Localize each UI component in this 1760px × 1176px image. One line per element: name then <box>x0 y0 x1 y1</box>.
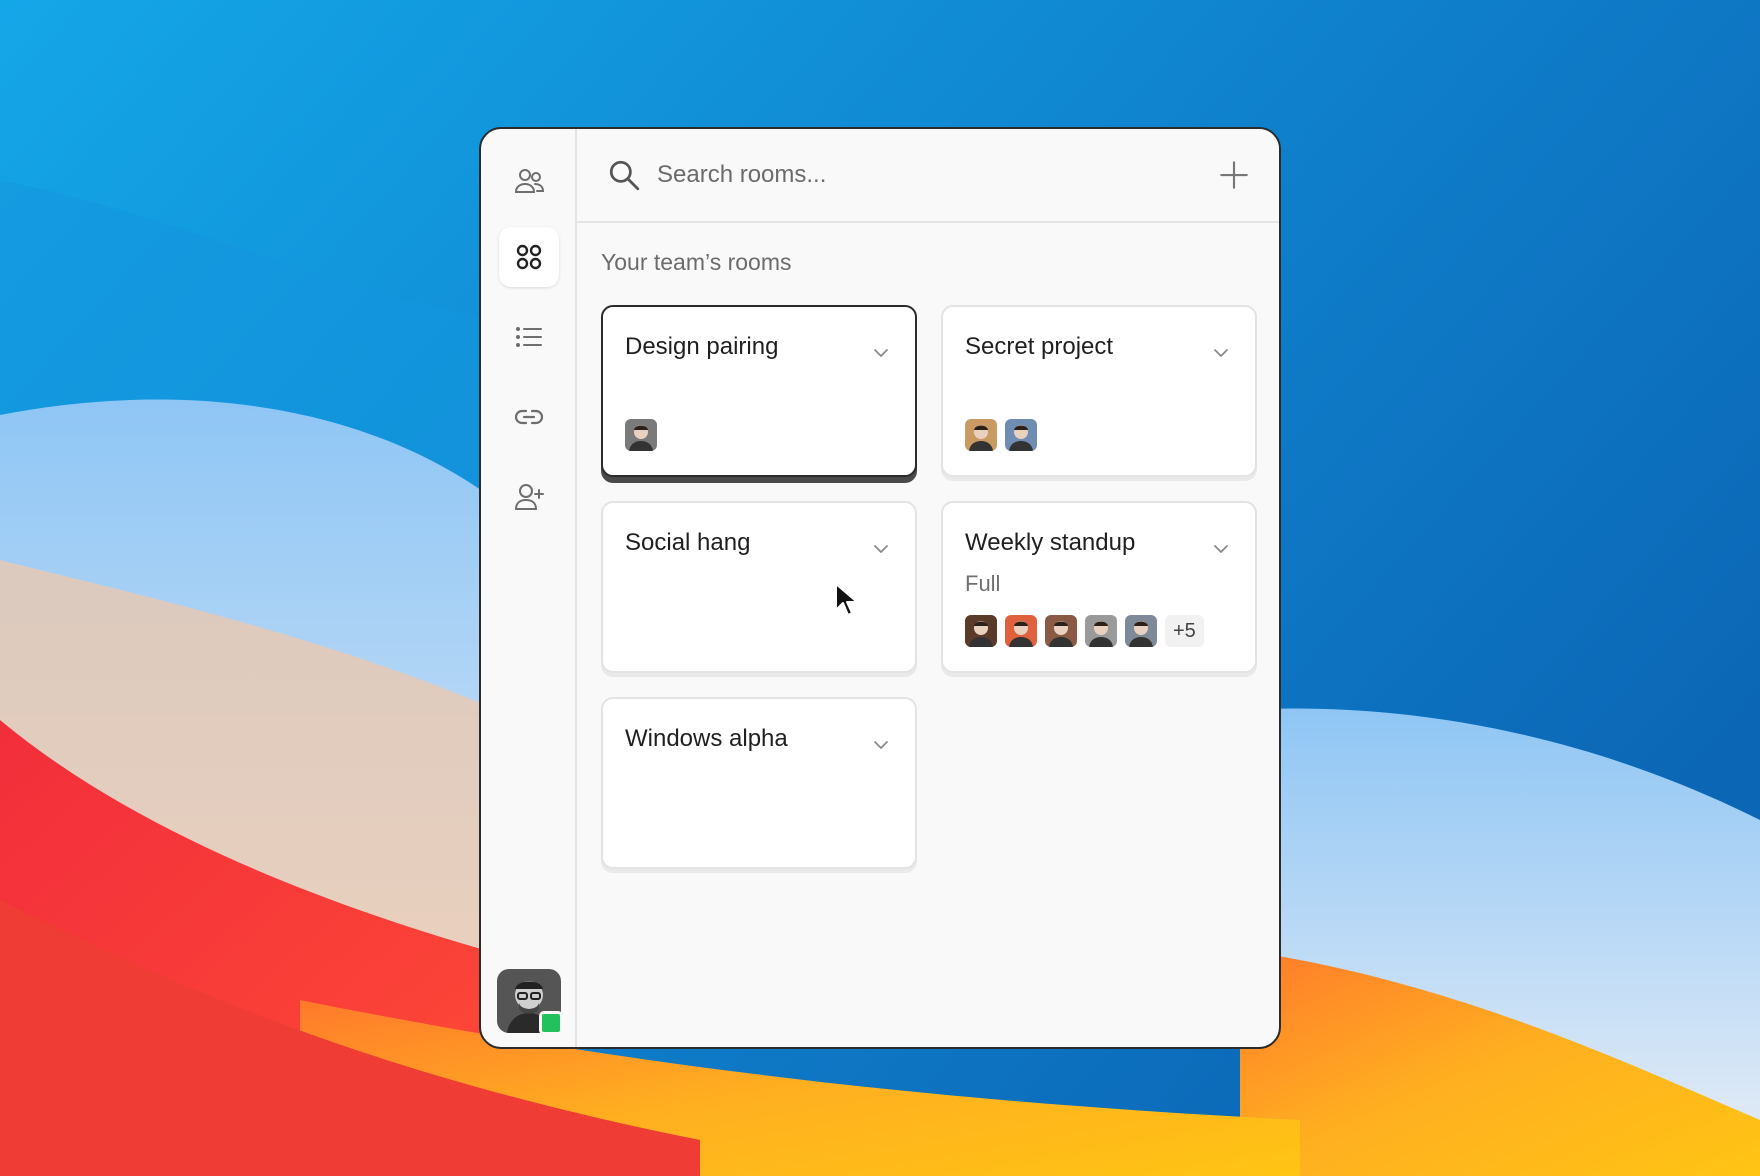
link-icon <box>514 409 544 425</box>
participant-avatar[interactable] <box>625 419 657 451</box>
rail-item-list[interactable] <box>499 307 559 367</box>
mouse-cursor <box>835 583 858 616</box>
room-card[interactable]: Secret project <box>941 305 1257 477</box>
presence-indicator <box>539 1011 563 1035</box>
participant-avatar[interactable] <box>1125 615 1157 647</box>
room-card[interactable]: Social hang <box>601 501 917 673</box>
participant-avatar[interactable] <box>1045 615 1077 647</box>
participant-avatar[interactable] <box>1005 419 1037 451</box>
rail-item-invite[interactable] <box>499 467 559 527</box>
participant-avatars <box>625 419 657 451</box>
rail-item-rooms[interactable] <box>499 227 559 287</box>
chevron-down-icon[interactable] <box>871 539 891 559</box>
room-status: Full <box>965 571 1001 596</box>
room-title: Secret project <box>965 333 1114 360</box>
chevron-down-icon[interactable] <box>1211 343 1231 363</box>
room-card[interactable]: Weekly standup Full +5 <box>941 501 1257 673</box>
sidebar-rail <box>481 129 577 1047</box>
participant-avatar[interactable] <box>1005 615 1037 647</box>
list-icon <box>516 327 542 347</box>
more-participants-badge: +5 <box>1165 615 1204 647</box>
search-bar <box>577 129 1279 223</box>
room-card[interactable]: Windows alpha <box>601 697 917 869</box>
room-title: Windows alpha <box>625 725 788 752</box>
chevron-down-icon[interactable] <box>871 735 891 755</box>
participant-avatar[interactable] <box>1085 615 1117 647</box>
team-icon <box>514 169 545 193</box>
participant-avatar[interactable] <box>965 419 997 451</box>
add-person-icon <box>514 484 544 510</box>
room-title: Social hang <box>625 529 751 556</box>
room-grid: Design pairing Secret project Social hang W… <box>601 305 1257 869</box>
current-user-avatar[interactable] <box>497 969 563 1035</box>
room-title: Weekly standup <box>965 529 1136 556</box>
search-input[interactable] <box>655 160 1217 190</box>
chevron-down-icon[interactable] <box>871 343 891 363</box>
rail-item-link[interactable] <box>499 387 559 447</box>
room-card[interactable]: Design pairing <box>601 305 917 477</box>
add-room-button[interactable] <box>1217 158 1251 192</box>
chevron-down-icon[interactable] <box>1211 539 1231 559</box>
rooms-window: Your team’s rooms Design pairing Secret p… <box>479 127 1281 1049</box>
participant-avatar[interactable] <box>965 615 997 647</box>
rail-item-team[interactable] <box>499 151 559 211</box>
rooms-panel: Your team’s rooms Design pairing Secret p… <box>577 129 1279 1047</box>
rooms-grid-icon <box>516 244 542 270</box>
search-icon <box>609 160 640 191</box>
room-title: Design pairing <box>625 333 779 360</box>
participant-avatars <box>965 419 1037 451</box>
participant-avatars: +5 <box>965 615 1204 647</box>
section-title: Your team’s rooms <box>601 249 792 275</box>
